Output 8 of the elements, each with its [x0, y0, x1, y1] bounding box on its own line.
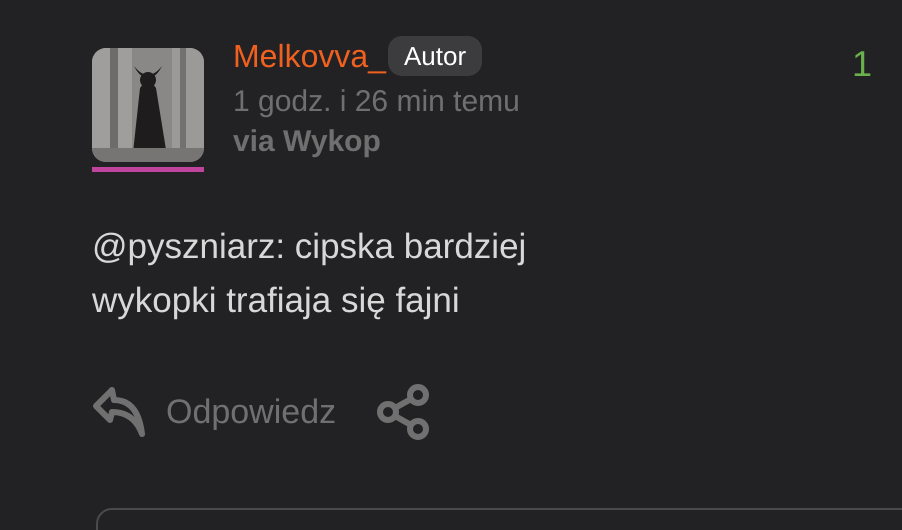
reply-icon: [92, 386, 146, 438]
post-source: via Wykop: [233, 124, 382, 160]
post-body: @pyszniarz: cipska bardziej wykopki trafiaja się fajni: [91, 226, 528, 322]
username[interactable]: Melkovva_: [233, 38, 386, 74]
reply-button[interactable]: Odpowiedz: [92, 386, 336, 438]
author-badge: Autor: [388, 36, 482, 76]
post-time: 1 godz. i 26 min temu: [233, 84, 521, 120]
vote-score: 1: [852, 42, 872, 86]
